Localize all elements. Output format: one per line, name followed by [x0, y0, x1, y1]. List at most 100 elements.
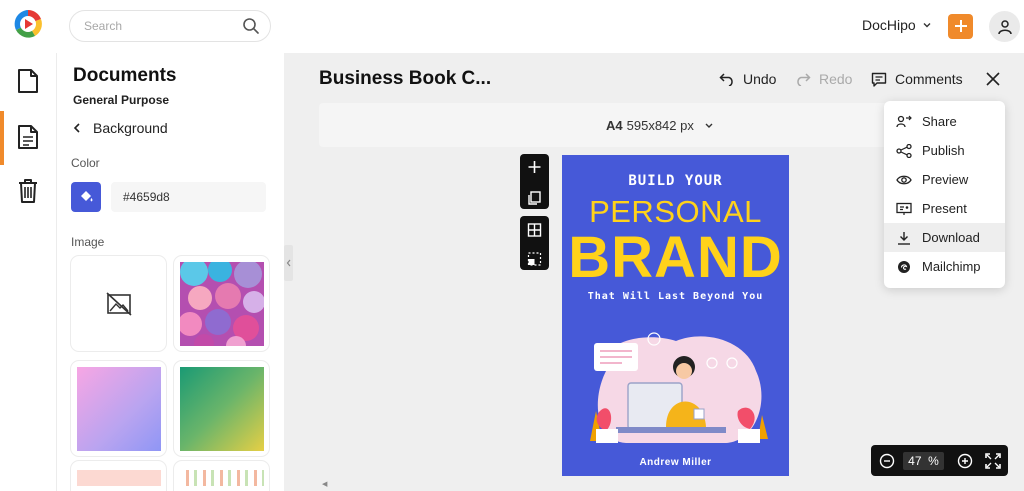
cover-line-brand[interactable]: BRAND [562, 224, 789, 291]
publish-icon [896, 143, 912, 158]
floral-pattern-image [76, 470, 161, 486]
redo-label: Redo [819, 71, 853, 87]
add-page-icon[interactable] [520, 154, 549, 180]
share-people-icon [896, 115, 912, 127]
menu-item-label: Present [922, 201, 967, 216]
trash-icon [19, 179, 37, 203]
woman-at-laptop-illustration[interactable] [586, 331, 770, 451]
image-thumb-floral-2[interactable] [174, 461, 269, 491]
account-name: DocHipo [862, 17, 916, 33]
cover-tagline[interactable]: That Will Last Beyond You [562, 291, 789, 302]
menu-item-download[interactable]: Download [884, 223, 1005, 252]
resize-icon[interactable] [520, 247, 549, 273]
page-icon [18, 125, 38, 149]
comments-label: Comments [895, 71, 963, 87]
zoom-out-icon[interactable] [879, 453, 895, 469]
redo-icon [797, 73, 811, 86]
create-new-button[interactable] [948, 14, 973, 39]
close-icon[interactable] [985, 71, 1001, 87]
page-size-bar: A4 595x842 px [319, 103, 919, 147]
duplicate-page-icon[interactable] [520, 185, 549, 211]
download-icon [898, 231, 910, 245]
document-title[interactable]: Business Book C... [319, 68, 491, 90]
eye-icon [896, 175, 912, 184]
menu-item-label: Preview [922, 172, 969, 187]
side-panel: Documents General Purpose Background Col… [57, 53, 284, 491]
redo-button[interactable]: Redo [795, 71, 852, 87]
page-size-name: A4 [606, 118, 623, 133]
book-cover-canvas[interactable]: BUILD YOUR PERSONAL BRAND That Will Last… [562, 155, 789, 476]
user-icon [997, 19, 1012, 34]
search-icon[interactable] [242, 17, 260, 35]
image-thumb-floral-1[interactable] [71, 461, 166, 491]
left-rail [0, 53, 57, 491]
panel-title: Documents [73, 65, 177, 86]
search-box[interactable] [69, 10, 271, 42]
undo-label: Undo [743, 71, 777, 87]
zoom-value[interactable]: 47 % [903, 452, 944, 470]
page-tools-group-1 [520, 154, 549, 209]
back-label: Background [93, 120, 168, 136]
comment-icon [871, 72, 887, 87]
green-yellow-gradient-image [179, 366, 264, 451]
undo-button[interactable]: Undo [719, 71, 776, 87]
zoom-in-icon[interactable] [957, 453, 973, 469]
undo-icon [719, 73, 733, 86]
zoom-control: 47 % [871, 445, 1008, 476]
menu-item-share[interactable]: Share [884, 107, 1005, 136]
chevron-left-icon [73, 123, 80, 133]
page-size-selector[interactable]: A4 595x842 px [606, 118, 716, 133]
zoom-number: 47 [908, 454, 922, 468]
chevron-down-icon [705, 123, 713, 128]
page-tools-group-2 [520, 216, 549, 270]
menu-item-publish[interactable]: Publish [884, 136, 1005, 165]
panel-subtitle: General Purpose [73, 93, 170, 107]
no-image-icon [105, 291, 132, 316]
plus-icon [954, 20, 967, 32]
grid-layout-icon[interactable] [520, 216, 549, 242]
color-label: Color [71, 156, 100, 170]
fullscreen-icon[interactable] [985, 453, 1001, 469]
menu-item-mailchimp[interactable]: Mailchimp [884, 252, 1005, 281]
menu-item-label: Download [922, 230, 980, 245]
chevron-left-icon [286, 259, 290, 267]
rail-active-indicator [0, 111, 4, 165]
image-thumb-green-gradient[interactable] [174, 361, 269, 456]
mailchimp-icon [898, 260, 910, 273]
menu-item-label: Publish [922, 143, 965, 158]
dochipo-logo[interactable] [13, 9, 43, 39]
page-size-dims: 595x842 px [626, 118, 694, 133]
color-swatch-button[interactable] [71, 182, 101, 212]
avatar[interactable] [989, 11, 1020, 42]
document-icon [18, 69, 38, 93]
rail-item-pages[interactable] [14, 122, 42, 152]
cover-line-build-your[interactable]: BUILD YOUR [562, 173, 789, 189]
collapse-panel-handle[interactable] [284, 245, 293, 281]
export-menu: Share Publish Preview Present Download M… [884, 101, 1005, 288]
menu-item-label: Share [922, 114, 957, 129]
back-to-background-button[interactable]: Background [73, 120, 168, 136]
pink-purple-gradient-image [76, 366, 161, 451]
cover-author[interactable]: Andrew Miller [562, 457, 789, 468]
paint-bucket-icon [81, 191, 93, 202]
floral-dots-pattern-image [179, 470, 264, 486]
scroll-left-arrow[interactable]: ◀ [322, 480, 327, 488]
search-input[interactable] [84, 19, 234, 33]
color-hex-input[interactable]: #4659d8 [111, 182, 266, 212]
zoom-unit: % [928, 454, 939, 468]
image-thumb-pink-gradient[interactable] [71, 361, 166, 456]
chevron-down-icon [923, 23, 931, 28]
present-icon [896, 202, 912, 215]
rail-item-documents[interactable] [14, 66, 42, 96]
menu-item-present[interactable]: Present [884, 194, 1005, 223]
image-thumb-none[interactable] [71, 256, 166, 351]
rail-item-trash[interactable] [14, 176, 42, 206]
menu-item-preview[interactable]: Preview [884, 165, 1005, 194]
comments-button[interactable]: Comments [871, 71, 963, 87]
bubbles-pattern-image [179, 261, 264, 346]
menu-item-label: Mailchimp [922, 259, 981, 274]
image-thumb-bubbles[interactable] [174, 256, 269, 351]
top-bar: DocHipo [0, 0, 1024, 53]
account-switcher[interactable]: DocHipo [862, 17, 932, 33]
image-label: Image [71, 235, 105, 249]
